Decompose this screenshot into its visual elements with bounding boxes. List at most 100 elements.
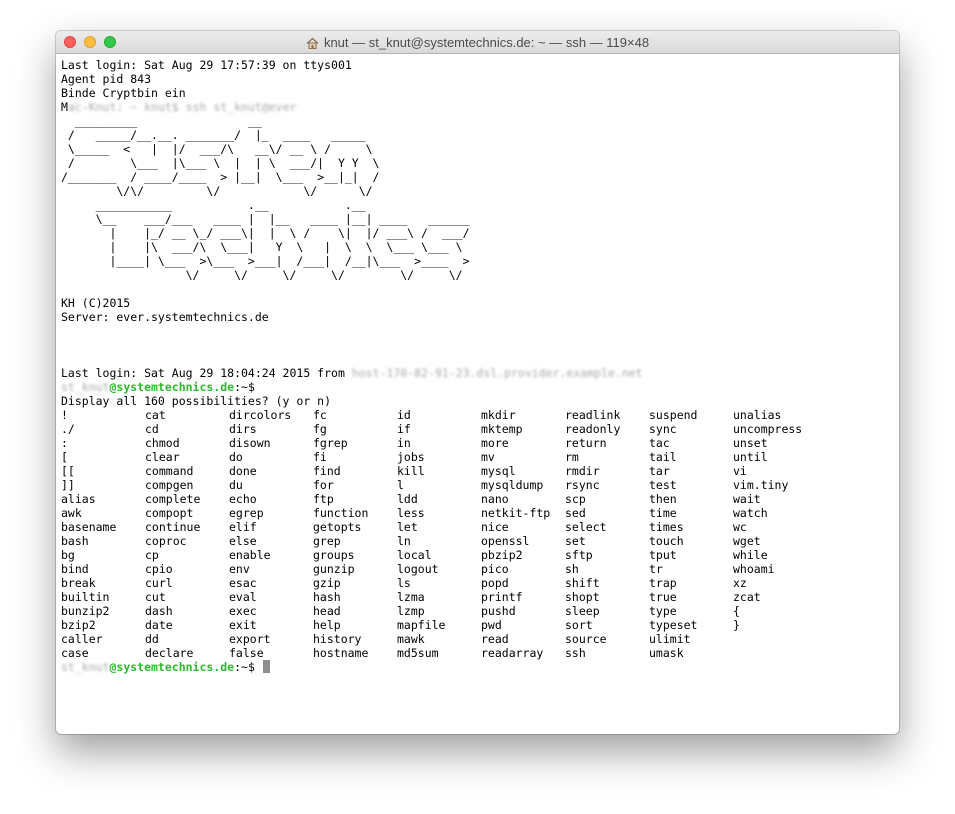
completion-item: mysqldump <box>481 478 544 492</box>
active-prompt-line[interactable]: st_knut@systemtechnics.de:~$ <box>61 660 817 674</box>
completion-item: l <box>397 478 404 492</box>
completion-item: nano <box>481 492 509 506</box>
completion-item: help <box>313 618 341 632</box>
completion-item: ! <box>61 408 68 422</box>
completion-item: type <box>649 604 677 618</box>
title-bar[interactable]: knut — st_knut@systemtechnics.de: ~ — ss… <box>56 31 899 54</box>
completion-item: sed <box>565 506 586 520</box>
completion-item: readonly <box>565 422 621 436</box>
completion-item: readarray <box>481 646 544 660</box>
completion-item: bash <box>61 534 89 548</box>
completion-item: until <box>733 450 768 464</box>
completion-item <box>733 632 817 646</box>
completion-item: read <box>481 632 509 646</box>
completion-item: less <box>397 506 425 520</box>
completion-item: curl <box>145 576 173 590</box>
completion-item: zcat <box>733 590 761 604</box>
completion-item: mkdir <box>481 408 516 422</box>
completion-item: eval <box>229 590 257 604</box>
completion-item: pbzip2 <box>481 548 523 562</box>
completion-item: suspend <box>649 408 698 422</box>
terminal-content[interactable]: Last login: Sat Aug 29 17:57:39 on ttys0… <box>61 58 817 674</box>
ascii-banner: _________ __ / _____/__.__. _______/ |_ … <box>61 114 470 282</box>
ssh-command-line: Mac-Knut: ~ knut$ ssh st_knut@ever <box>61 100 817 114</box>
completion-item: mawk <box>397 632 425 646</box>
completion-item: source <box>565 632 607 646</box>
completion-item: elif <box>229 520 257 534</box>
completion-item: alias <box>61 492 96 506</box>
completion-item: mktemp <box>481 422 523 436</box>
completion-item: pwd <box>481 618 502 632</box>
completion-item: find <box>313 464 341 478</box>
completion-item: awk <box>61 506 82 520</box>
completion-item: rsync <box>565 478 600 492</box>
completion-item: gunzip <box>313 562 355 576</box>
completion-item: case <box>61 646 89 660</box>
completion-item: let <box>397 520 418 534</box>
completion-item: netkit-ftp <box>481 506 551 520</box>
completion-item: complete <box>145 492 201 506</box>
prompt-line: st_knut@systemtechnics.de:~$ <box>61 380 817 394</box>
ssh-command-prefix: M <box>61 100 68 114</box>
completion-item: fi <box>313 450 327 464</box>
completion-item: xz <box>733 576 747 590</box>
completion-item: basename <box>61 520 117 534</box>
completion-item: more <box>481 436 509 450</box>
completion-item: echo <box>229 492 257 506</box>
completion-item: disown <box>229 436 271 450</box>
completion-item: pico <box>481 562 509 576</box>
completion-item: tac <box>649 436 670 450</box>
prompt-path: :~$ <box>234 660 255 674</box>
prompt-user-redacted: st_knut <box>61 660 110 674</box>
completion-item: mysql <box>481 464 516 478</box>
completion-item: mv <box>481 450 495 464</box>
completion-item: ftp <box>313 492 334 506</box>
completion-item: : <box>61 436 68 450</box>
completion-item: [[ <box>61 464 75 478</box>
completion-item: tr <box>649 562 663 576</box>
completion-item: command <box>145 464 194 478</box>
completion-item: wc <box>733 520 747 534</box>
completion-item: bzip2 <box>61 618 96 632</box>
completion-item: caller <box>61 632 103 646</box>
completion-item: time <box>649 506 677 520</box>
remote-host-redacted: host-170-82-91-23.dsl.provider.example.n… <box>351 366 643 380</box>
completion-item: else <box>229 534 257 548</box>
completion-item: du <box>229 478 243 492</box>
cryptbin-line: Binde Cryptbin ein <box>61 86 186 100</box>
completion-item: continue <box>145 520 201 534</box>
completion-item: vim.tiny <box>733 478 789 492</box>
completion-item: wait <box>733 492 761 506</box>
completion-item: export <box>229 632 271 646</box>
prompt-host: @systemtechnics.de <box>109 660 235 674</box>
window-title: knut — st_knut@systemtechnics.de: ~ — ss… <box>323 35 650 50</box>
completion-item: scp <box>565 492 586 506</box>
completion-item: ./ <box>61 422 75 436</box>
completion-item: head <box>313 604 341 618</box>
completion-item: ls <box>397 576 411 590</box>
completion-item: gzip <box>313 576 341 590</box>
completion-item: trap <box>649 576 677 590</box>
completion-item: typeset <box>649 618 698 632</box>
display-all-line: Display all 160 possibilities? (y or n) <box>61 394 332 408</box>
completion-item: true <box>649 590 677 604</box>
completion-item: compopt <box>145 506 194 520</box>
completion-item: set <box>565 534 586 548</box>
completion-item: cd <box>145 422 159 436</box>
completion-item: { <box>733 604 740 618</box>
completion-item: grep <box>313 534 341 548</box>
completion-item: umask <box>649 646 684 660</box>
completion-item: return <box>565 436 607 450</box>
completion-item: rmdir <box>565 464 600 478</box>
completion-item: builtin <box>61 590 110 604</box>
completion-item: rm <box>565 450 579 464</box>
completion-item: test <box>649 478 677 492</box>
completion-item: hostname <box>313 646 369 660</box>
completion-list: ! cat dircolors fc id mkdir readlink suspend una… <box>61 408 817 660</box>
completion-item: if <box>397 422 411 436</box>
completion-item: select <box>565 520 607 534</box>
prompt-host: @systemtechnics.de <box>109 380 235 394</box>
completion-item: md5sum <box>397 646 439 660</box>
prompt-user-redacted: st_knut <box>61 380 110 394</box>
